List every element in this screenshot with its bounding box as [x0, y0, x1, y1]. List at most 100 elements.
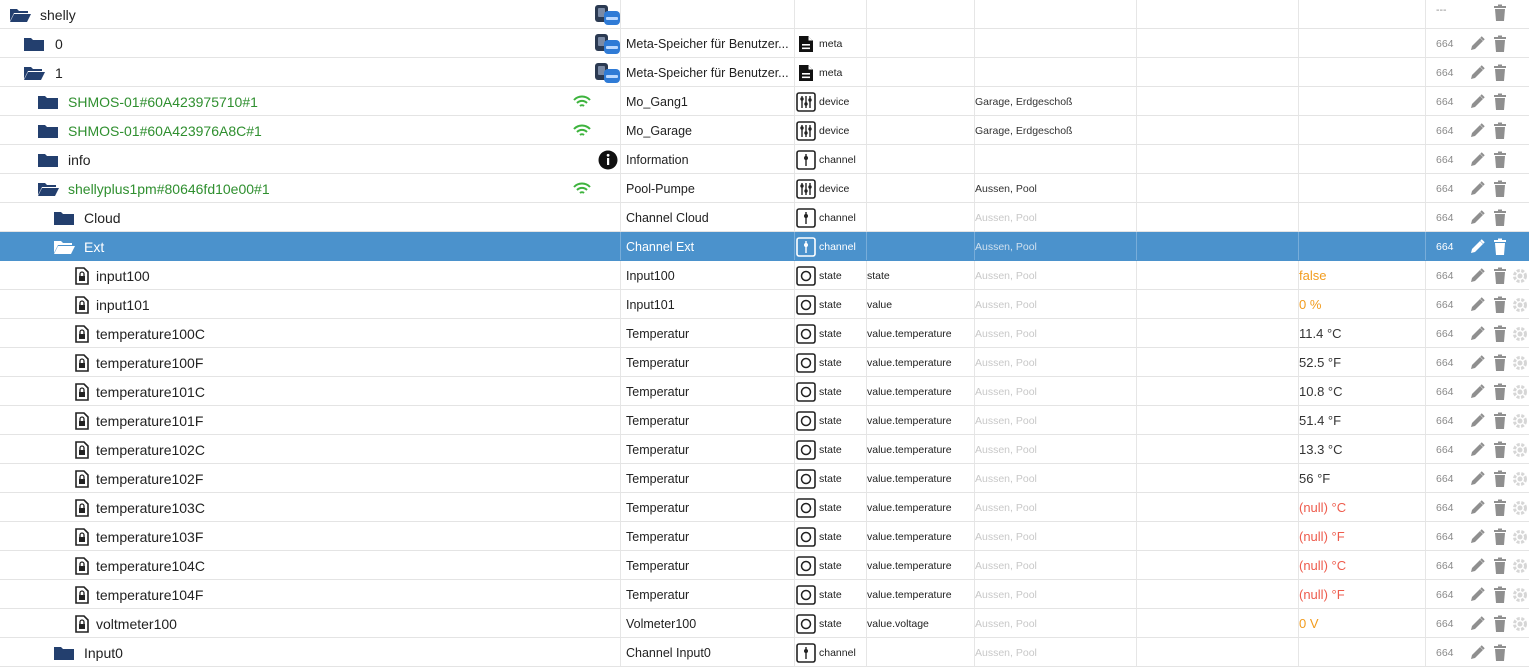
delete-trash-icon[interactable] — [1492, 209, 1508, 227]
delete-button[interactable] — [1491, 464, 1509, 493]
delete-button[interactable] — [1491, 377, 1509, 406]
object-row[interactable]: Cloud Channel Cloud channel Aussen, Pool 66… — [0, 203, 1529, 232]
delete-button[interactable] — [1491, 319, 1509, 348]
config-button[interactable] — [1511, 493, 1529, 522]
delete-trash-icon[interactable] — [1492, 151, 1508, 169]
edit-pencil-icon[interactable] — [1468, 93, 1486, 111]
object-id-label[interactable]: Input0 — [84, 638, 123, 667]
object-id-label[interactable]: temperature103C — [96, 493, 205, 522]
edit-button[interactable] — [1468, 203, 1486, 232]
folder-toggle[interactable] — [52, 638, 76, 667]
folder-open-icon[interactable] — [9, 7, 31, 23]
delete-button[interactable] — [1491, 261, 1509, 290]
state-value[interactable] — [1299, 116, 1419, 145]
object-id-label[interactable]: temperature104F — [96, 580, 203, 609]
object-id-label[interactable]: input100 — [96, 261, 150, 290]
state-row[interactable]: input101 Input101 state value Aussen, Pool 0… — [0, 290, 1529, 319]
edit-button[interactable] — [1468, 319, 1486, 348]
state-row[interactable]: temperature104C Temperatur state value.tem… — [0, 551, 1529, 580]
object-row[interactable]: 0 Meta-Speicher für Benutzer... meta 664 — [0, 29, 1529, 58]
object-row[interactable]: Input0 Channel Input0 channel Aussen, Pool… — [0, 638, 1529, 667]
folder-toggle[interactable] — [52, 232, 76, 261]
state-row[interactable]: temperature103F Temperatur state value.tem… — [0, 522, 1529, 551]
delete-trash-icon[interactable] — [1492, 412, 1508, 430]
config-button[interactable] — [1511, 435, 1529, 464]
folder-toggle[interactable] — [52, 203, 76, 232]
config-gear-icon[interactable] — [1511, 615, 1529, 633]
state-value[interactable]: (null) °F — [1299, 580, 1419, 609]
folder-icon[interactable] — [37, 94, 59, 110]
config-button[interactable] — [1511, 609, 1529, 638]
state-value[interactable] — [1299, 638, 1419, 667]
object-id-label[interactable]: temperature102F — [96, 464, 203, 493]
edit-button[interactable] — [1468, 348, 1486, 377]
object-id-label[interactable]: temperature104C — [96, 551, 205, 580]
state-value[interactable]: (null) °C — [1299, 551, 1419, 580]
edit-button[interactable] — [1468, 638, 1486, 667]
state-value[interactable] — [1299, 145, 1419, 174]
object-id-label[interactable]: shellyplus1pm#80646fd10e00#1 — [68, 174, 270, 203]
delete-trash-icon[interactable] — [1492, 64, 1508, 82]
delete-trash-icon[interactable] — [1492, 122, 1508, 140]
delete-trash-icon[interactable] — [1492, 267, 1508, 285]
delete-button[interactable] — [1491, 58, 1509, 87]
edit-pencil-icon[interactable] — [1468, 122, 1486, 140]
state-row[interactable]: temperature104F Temperatur state value.tem… — [0, 580, 1529, 609]
delete-trash-icon[interactable] — [1492, 644, 1508, 662]
delete-trash-icon[interactable] — [1492, 615, 1508, 633]
state-row[interactable]: voltmeter100 Volmeter100 state value.volta… — [0, 609, 1529, 638]
object-id-label[interactable]: temperature101F — [96, 406, 203, 435]
state-value[interactable]: 56 °F — [1299, 464, 1419, 493]
delete-button[interactable] — [1491, 406, 1509, 435]
object-row[interactable]: SHMOS-01#60A423975710#1 Mo_Gang1 device G… — [0, 87, 1529, 116]
folder-toggle[interactable] — [36, 174, 60, 203]
config-gear-icon[interactable] — [1511, 441, 1529, 459]
config-button[interactable] — [1511, 406, 1529, 435]
config-gear-icon[interactable] — [1511, 586, 1529, 604]
config-gear-icon[interactable] — [1511, 296, 1529, 314]
delete-trash-icon[interactable] — [1492, 499, 1508, 517]
object-id-label[interactable]: shelly — [40, 0, 76, 29]
folder-icon[interactable] — [53, 210, 75, 226]
state-value[interactable]: 51.4 °F — [1299, 406, 1419, 435]
object-id-label[interactable]: temperature100F — [96, 348, 203, 377]
delete-trash-icon[interactable] — [1492, 586, 1508, 604]
state-value[interactable] — [1299, 203, 1419, 232]
config-gear-icon[interactable] — [1511, 267, 1529, 285]
state-row[interactable]: input100 Input100 state state Aussen, Pool f… — [0, 261, 1529, 290]
edit-pencil-icon[interactable] — [1468, 238, 1486, 256]
edit-pencil-icon[interactable] — [1468, 615, 1486, 633]
delete-trash-icon[interactable] — [1492, 383, 1508, 401]
object-id-label[interactable]: Cloud — [84, 203, 121, 232]
state-row[interactable]: temperature101C Temperatur state value.tem… — [0, 377, 1529, 406]
delete-button[interactable] — [1491, 493, 1509, 522]
config-gear-icon[interactable] — [1511, 528, 1529, 546]
object-id-label[interactable]: SHMOS-01#60A423975710#1 — [68, 87, 258, 116]
delete-trash-icon[interactable] — [1492, 4, 1508, 22]
config-button[interactable] — [1511, 319, 1529, 348]
delete-button[interactable] — [1491, 0, 1509, 27]
state-value[interactable]: (null) °C — [1299, 493, 1419, 522]
edit-pencil-icon[interactable] — [1468, 528, 1486, 546]
state-value[interactable]: 11.4 °C — [1299, 319, 1419, 348]
edit-pencil-icon[interactable] — [1468, 499, 1486, 517]
config-button[interactable] — [1511, 261, 1529, 290]
state-value[interactable]: 10.8 °C — [1299, 377, 1419, 406]
object-row[interactable]: SHMOS-01#60A423976A8C#1 Mo_Garage device… — [0, 116, 1529, 145]
folder-icon[interactable] — [53, 645, 75, 661]
state-value[interactable] — [1299, 0, 1419, 29]
edit-pencil-icon[interactable] — [1468, 441, 1486, 459]
edit-pencil-icon[interactable] — [1468, 412, 1486, 430]
object-row[interactable]: info Information channel 664 — [0, 145, 1529, 174]
edit-pencil-icon[interactable] — [1468, 209, 1486, 227]
delete-button[interactable] — [1491, 551, 1509, 580]
edit-button[interactable] — [1468, 609, 1486, 638]
config-button[interactable] — [1511, 580, 1529, 609]
edit-button[interactable] — [1468, 522, 1486, 551]
delete-button[interactable] — [1491, 522, 1509, 551]
state-value[interactable] — [1299, 87, 1419, 116]
config-gear-icon[interactable] — [1511, 325, 1529, 343]
edit-pencil-icon[interactable] — [1468, 35, 1486, 53]
state-value[interactable]: 0 V — [1299, 609, 1419, 638]
config-gear-icon[interactable] — [1511, 354, 1529, 372]
